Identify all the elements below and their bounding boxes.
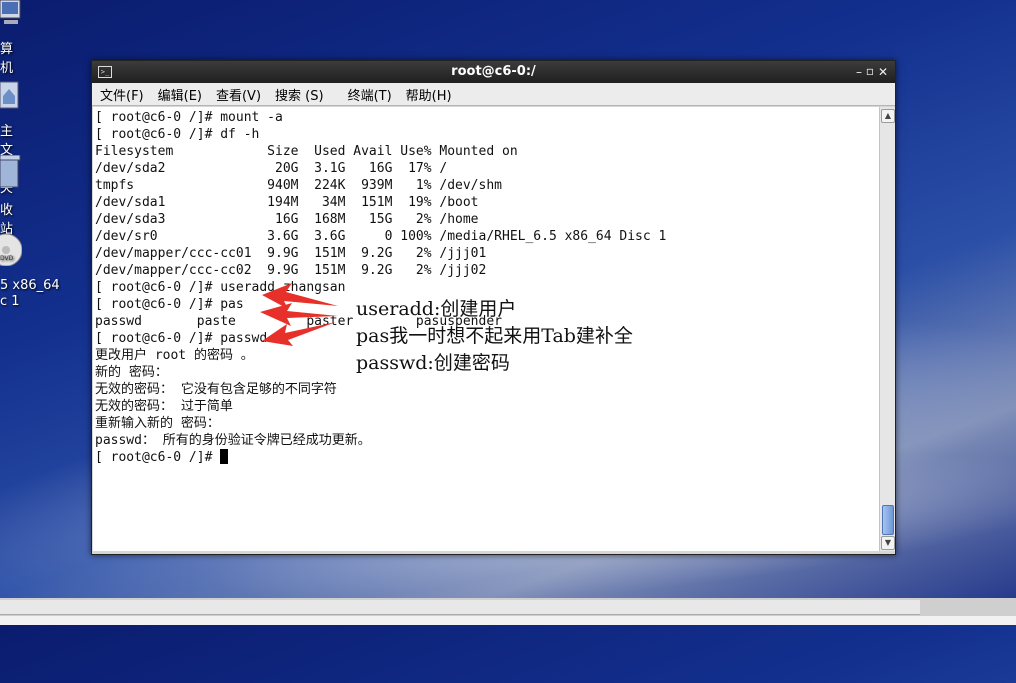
annotation-tab-completion: pas我一时想不起来用Tab建补全: [356, 325, 633, 347]
horizontal-scrollbar[interactable]: [0, 600, 920, 615]
annotation-useradd: useradd:创建用户: [356, 298, 517, 320]
arrow-icon: [262, 322, 336, 346]
arrow-useradd: [262, 283, 338, 309]
status-strip: [0, 616, 1016, 625]
arrow-icon: [262, 283, 338, 309]
bottom-panel: [0, 598, 1016, 625]
annotation-passwd: passwd:创建密码: [356, 352, 510, 374]
arrow-passwd: [262, 322, 336, 346]
arrow-icon: [260, 303, 338, 326]
arrow-pas: [260, 303, 338, 326]
